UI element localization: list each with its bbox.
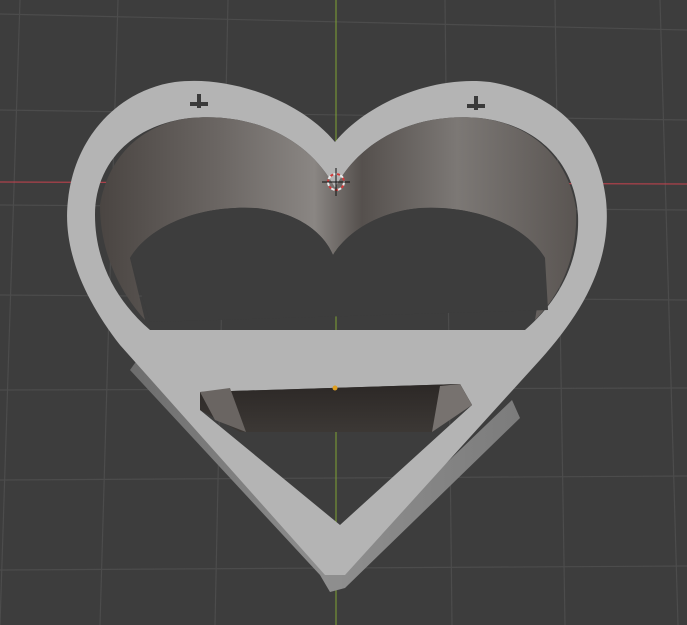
3d-viewport[interactable]	[0, 0, 687, 625]
viewport-canvas[interactable]	[0, 0, 687, 625]
heart-ring-mesh[interactable]	[67, 80, 607, 592]
object-origin-point[interactable]	[332, 385, 338, 391]
